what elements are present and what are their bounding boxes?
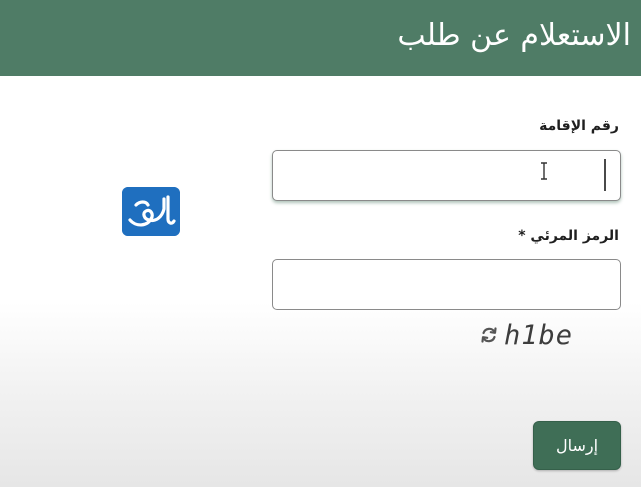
page-header: الاستعلام عن طلب [0, 0, 641, 76]
iqama-number-input[interactable] [272, 150, 621, 201]
captcha-input[interactable] [272, 259, 621, 310]
text-cursor-icon [541, 162, 547, 180]
submit-button[interactable]: إرسال [533, 421, 621, 470]
page-title: الاستعلام عن طلب [397, 18, 631, 53]
captcha-row: h1be [480, 318, 573, 352]
captcha-code-image: h1be [504, 319, 574, 351]
captcha-label: الرمز المرئي * [518, 228, 619, 244]
iqama-number-label: رقم الإقامة [539, 118, 619, 134]
refresh-icon[interactable] [480, 326, 498, 344]
text-caret [604, 159, 606, 191]
site-logo [122, 187, 180, 236]
logo-mark-icon [122, 187, 180, 236]
